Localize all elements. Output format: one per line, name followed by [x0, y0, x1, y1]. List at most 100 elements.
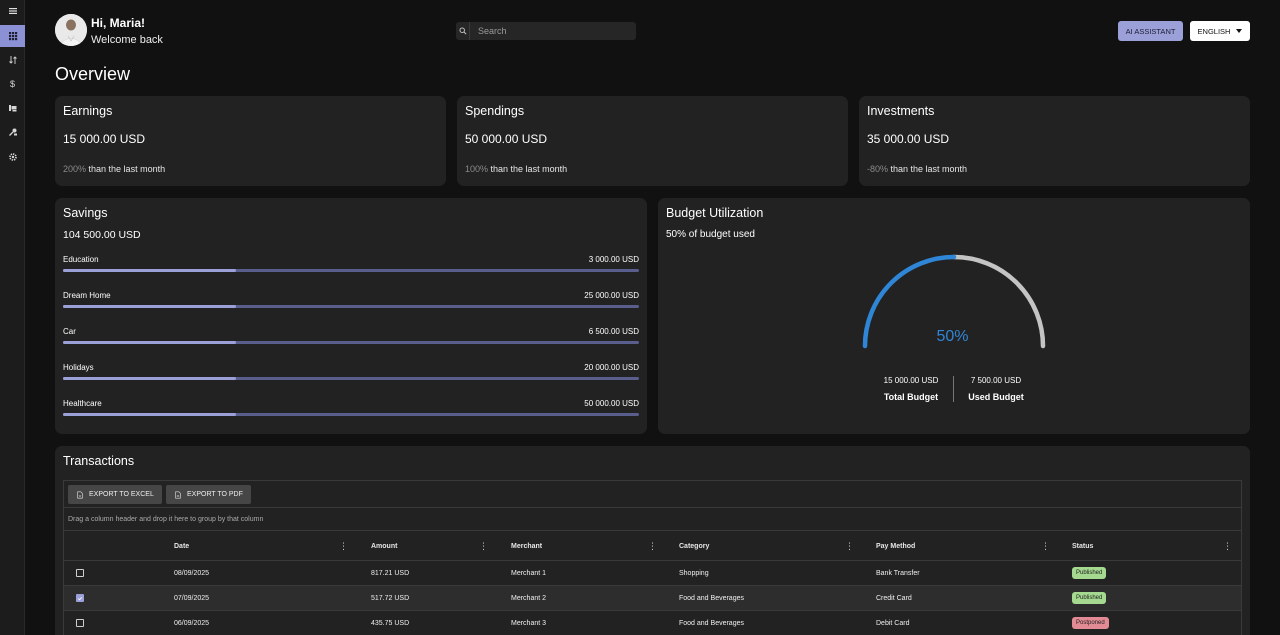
column-header-pay-method[interactable]: Pay Method: [876, 531, 915, 561]
export-excel-button[interactable]: EXPORT TO EXCEL: [68, 485, 162, 504]
savings-total: 104 500.00 USD: [63, 229, 141, 241]
column-menu-icon[interactable]: ⋮: [1041, 531, 1050, 561]
dollar-icon: $: [9, 79, 15, 89]
savings-goal-amount: 6 500.00 USD: [588, 327, 639, 336]
menu-icon[interactable]: [0, 0, 25, 22]
language-select[interactable]: ENGLISH: [1190, 21, 1250, 41]
row-checkbox[interactable]: [76, 594, 84, 602]
file-icon: [77, 490, 83, 499]
cell-amount: 517.72 USD: [371, 594, 410, 602]
investments-change-text: than the last month: [888, 164, 968, 174]
column-menu-icon[interactable]: ⋮: [479, 531, 488, 561]
search-input[interactable]: [470, 26, 630, 36]
row-checkbox[interactable]: [76, 619, 84, 627]
total-budget-label: Total Budget: [883, 392, 939, 402]
cell-date: 06/09/2025: [174, 619, 210, 627]
cell-date: 08/09/2025: [174, 569, 210, 577]
sidebar-item-settings[interactable]: [0, 146, 25, 168]
ai-assistant-button[interactable]: AI ASSISTANT: [1118, 21, 1183, 41]
column-menu-icon[interactable]: ⋮: [339, 531, 348, 561]
cell-status: Published: [1072, 586, 1107, 610]
status-badge: Published: [1072, 592, 1107, 604]
table-row[interactable]: 07/09/2025 517.72 USD Merchant 2 Food and B…: [64, 586, 1241, 611]
row-checkbox[interactable]: [76, 569, 84, 577]
savings-progress-track: [63, 413, 639, 416]
sidebar-item-money[interactable]: $: [0, 73, 25, 95]
cell-merchant: Merchant 3: [511, 619, 547, 627]
savings-title: Savings: [63, 206, 108, 220]
savings-goal-amount: 25 000.00 USD: [584, 291, 639, 300]
spendings-title: Spendings: [465, 104, 525, 118]
gear-icon: [8, 153, 17, 161]
budget-subtitle: 50% of budget used: [666, 229, 755, 240]
status-badge: Postponed: [1072, 617, 1109, 629]
avatar[interactable]: [55, 14, 87, 46]
savings-goal-label: Healthcare: [63, 399, 102, 408]
earnings-card: Earnings 15 000.00 USD 200% than the las…: [55, 96, 446, 186]
group-panel[interactable]: Drag a column header and drop it here to…: [64, 508, 1241, 531]
table-row[interactable]: 08/09/2025 817.21 USD Merchant 1 Shopping Ba…: [64, 561, 1241, 586]
export-pdf-label: EXPORT TO PDF: [187, 491, 243, 498]
used-budget-label: Used Budget: [968, 392, 1024, 402]
grid-header: Date ⋮ Amount ⋮ Merchant ⋮ Category ⋮ Pay Method…: [64, 531, 1241, 561]
column-menu-icon[interactable]: ⋮: [648, 531, 657, 561]
savings-goal-amount: 3 000.00 USD: [588, 255, 639, 264]
search-box: [456, 22, 636, 40]
spendings-change-text: than the last month: [488, 164, 568, 174]
cell-merchant: Merchant 2: [511, 594, 547, 602]
cell-merchant: Merchant 1: [511, 569, 547, 577]
savings-card: Savings 104 500.00 USD Education 3 000.00…: [55, 198, 647, 434]
status-badge: Published: [1072, 567, 1107, 579]
earnings-value: 15 000.00 USD: [63, 132, 146, 146]
sidebar-item-transfers[interactable]: [0, 49, 25, 71]
column-header-merchant[interactable]: Merchant: [511, 531, 542, 561]
column-menu-icon[interactable]: ⋮: [1223, 531, 1232, 561]
savings-progress-fill: [63, 413, 236, 416]
column-header-date[interactable]: Date: [174, 531, 189, 561]
sidebar-item-reports[interactable]: [0, 97, 25, 119]
column-header-category[interactable]: Category: [679, 531, 709, 561]
grid-toolbar: EXPORT TO EXCEL EXPORT TO PDF: [64, 481, 1241, 508]
column-menu-icon[interactable]: ⋮: [845, 531, 854, 561]
earnings-change-text: than the last month: [86, 164, 166, 174]
savings-progress-fill: [63, 341, 236, 344]
investments-title: Investments: [867, 104, 935, 118]
sidebar-item-tools[interactable]: [0, 121, 25, 143]
budget-title: Budget Utilization: [666, 206, 764, 220]
export-pdf-button[interactable]: EXPORT TO PDF: [166, 485, 251, 504]
column-header-amount[interactable]: Amount: [371, 531, 397, 561]
earnings-title: Earnings: [63, 104, 113, 118]
earnings-change: 200% than the last month: [63, 164, 165, 174]
budget-card: Budget Utilization 50% of budget used 50…: [658, 198, 1250, 434]
total-budget-amount: 15 000.00 USD: [883, 376, 939, 385]
tools-icon: [8, 128, 17, 136]
savings-goal-amount: 50 000.00 USD: [584, 399, 639, 408]
spendings-change-pct: 100%: [465, 164, 489, 174]
cell-category: Food and Beverages: [679, 594, 744, 602]
row-select-cell: [76, 611, 84, 635]
page-title: Overview: [55, 64, 131, 84]
cell-amount: 817.21 USD: [371, 569, 410, 577]
cell-pay-method: Debit Card: [876, 619, 910, 627]
investments-change: -80% than the last month: [867, 164, 967, 174]
sidebar-item-dashboard[interactable]: [0, 25, 25, 47]
savings-progress-fill: [63, 377, 236, 380]
savings-goal-label: Education: [63, 255, 99, 264]
column-header-status[interactable]: Status: [1072, 531, 1093, 561]
cell-date: 07/09/2025: [174, 594, 210, 602]
transactions-title: Transactions: [63, 454, 135, 468]
cell-amount: 435.75 USD: [371, 619, 410, 627]
gauge-percent: 50%: [936, 328, 969, 345]
dashboard-icon: [8, 32, 17, 41]
reports-icon: [8, 105, 16, 112]
savings-goal-label: Holidays: [63, 363, 94, 372]
export-excel-label: EXPORT TO EXCEL: [89, 491, 154, 498]
investments-card: Investments 35 000.00 USD -80% than the …: [859, 96, 1250, 186]
savings-progress-fill: [63, 305, 236, 308]
cell-pay-method: Bank Transfer: [876, 569, 920, 577]
table-row[interactable]: 06/09/2025 435.75 USD Merchant 3 Food and B…: [64, 611, 1241, 635]
caret-down-icon: [1236, 29, 1243, 33]
file-icon: [175, 490, 181, 499]
savings-progress-track: [63, 269, 639, 272]
transfer-icon: [8, 56, 17, 64]
